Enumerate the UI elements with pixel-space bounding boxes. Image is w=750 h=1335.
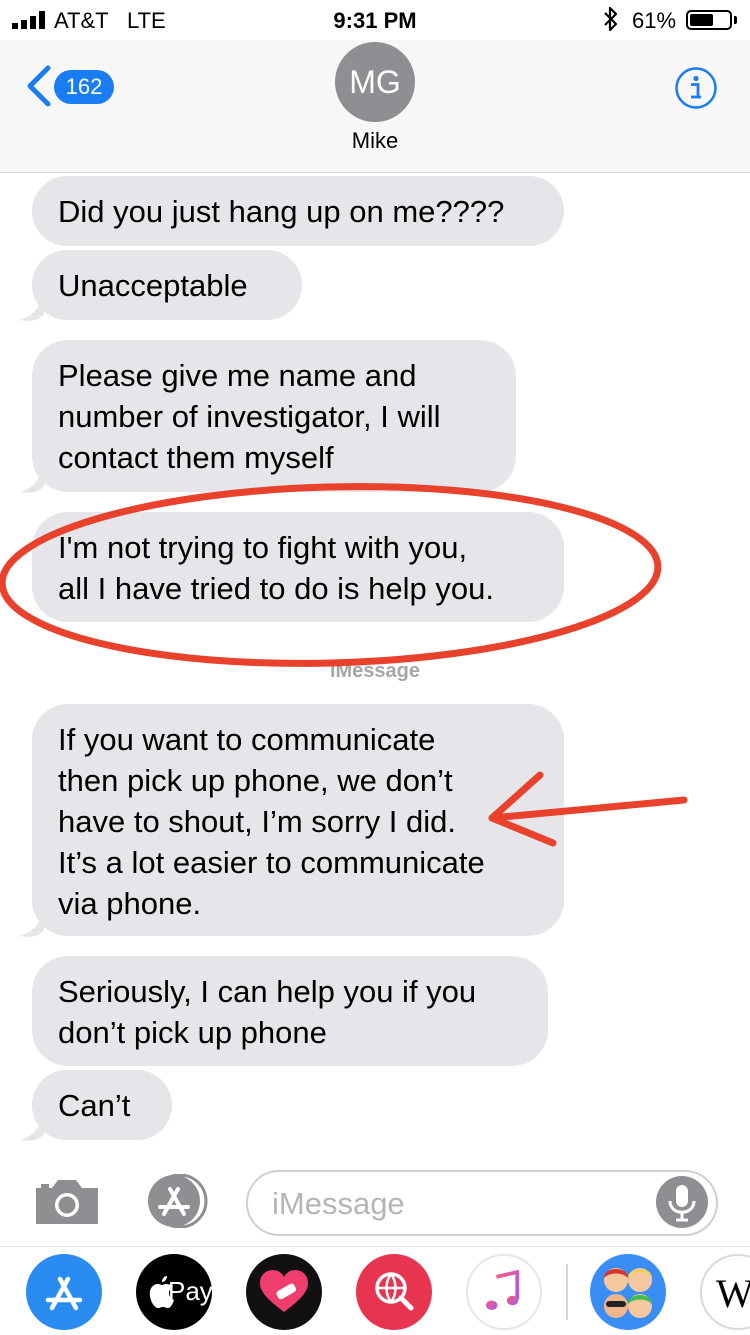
contact-avatar[interactable]: MG — [335, 42, 415, 122]
bluetooth-icon — [604, 6, 618, 32]
message-bubble[interactable]: Unacceptable — [32, 250, 302, 320]
app-store-drawer-icon[interactable] — [26, 1254, 102, 1330]
info-icon[interactable] — [674, 66, 718, 110]
bubble-tail — [20, 1116, 44, 1141]
memoji-faces-icon — [604, 1268, 652, 1318]
back-unread-badge[interactable]: 162 — [54, 70, 114, 104]
music-note-icon — [486, 1269, 520, 1310]
apple-pay-icon[interactable]: Pay — [136, 1254, 213, 1330]
drawer-divider — [566, 1264, 568, 1320]
heart-icon — [260, 1270, 308, 1312]
globe-search-icon — [375, 1272, 414, 1311]
message-bubble[interactable]: Can’t — [32, 1070, 172, 1140]
battery-nub — [734, 16, 737, 24]
message-bubble[interactable]: Seriously, I can help you if you don’t p… — [32, 956, 548, 1066]
microphone-icon[interactable] — [656, 1176, 708, 1228]
apple-pay-label: Pay — [168, 1276, 213, 1306]
app-store-icon[interactable] — [140, 1174, 212, 1228]
status-bar: AT&T LTE 9:31 PM 61% — [0, 0, 750, 40]
bubble-tail — [20, 912, 44, 937]
web-search-icon[interactable] — [356, 1254, 432, 1330]
battery-icon — [686, 10, 732, 30]
heart-sticker-icon[interactable] — [246, 1254, 322, 1330]
message-bubble[interactable]: Did you just hang up on me???? — [32, 176, 564, 246]
bubble-tail — [20, 296, 44, 321]
back-chevron-icon[interactable] — [22, 64, 54, 108]
message-bubble[interactable]: I'm not trying to fight with you, all I … — [32, 512, 564, 622]
message-bubble[interactable]: If you want to communicate then pick up … — [32, 704, 564, 936]
camera-icon[interactable] — [34, 1176, 100, 1226]
app-store-glyph — [45, 1276, 83, 1311]
contact-name[interactable]: Mike — [0, 128, 750, 154]
message-bubble[interactable]: Please give me name and number of invest… — [32, 340, 516, 492]
battery-percent: 61% — [632, 8, 677, 33]
memoji-stickers-icon[interactable] — [590, 1254, 666, 1330]
bubble-tail — [20, 468, 44, 493]
imessage-separator: iMessage — [329, 660, 421, 682]
message-input-placeholder: iMessage — [272, 1186, 405, 1221]
wikipedia-label: W — [716, 1271, 750, 1316]
music-icon[interactable] — [466, 1254, 542, 1330]
